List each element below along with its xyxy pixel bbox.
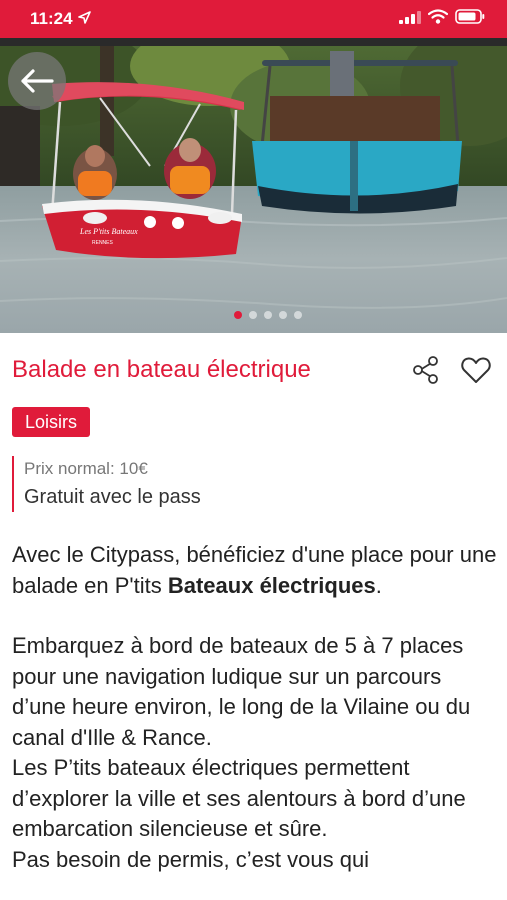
battery-icon	[455, 9, 485, 29]
status-left: 11:24	[30, 9, 91, 29]
price-normal: Prix normal: 10€	[24, 459, 148, 478]
description: Avec le Citypass, bénéficiez d'une place…	[12, 540, 497, 875]
carousel-dot[interactable]	[278, 311, 287, 319]
title-row: Balade en bateau électrique	[12, 352, 492, 388]
carousel-dot[interactable]	[293, 311, 302, 319]
hero-image-carousel[interactable]: Les P'tits Bateaux RENNES	[0, 46, 507, 333]
arrow-left-icon	[21, 69, 54, 93]
carousel-pagination[interactable]	[0, 311, 507, 319]
status-bar: 11:24	[0, 0, 507, 38]
title-actions	[410, 354, 492, 386]
category-badge: Loisirs	[12, 407, 91, 437]
activity-title: Balade en bateau électrique	[12, 356, 311, 383]
price-block: Prix normal: 10€ Gratuit avec le pass	[12, 456, 201, 512]
back-button[interactable]	[8, 52, 66, 110]
status-right	[399, 9, 485, 29]
description-paragraph-3: Les P’tits bateaux électriques permetten…	[12, 755, 466, 841]
boat-sign-1: Les P'tits Bateaux	[79, 227, 138, 236]
description-paragraph-2: Embarquez à bord de bateaux de 5 à 7 pla…	[12, 633, 471, 750]
description-p1-end: .	[375, 572, 382, 598]
carousel-dot[interactable]	[248, 311, 257, 319]
heart-icon	[461, 357, 491, 383]
signal-icon	[399, 10, 421, 29]
boat-sign-2: RENNES	[92, 240, 114, 246]
carousel-dot[interactable]	[263, 311, 272, 319]
description-paragraph-1: Avec le Citypass, bénéficiez d'une place…	[12, 540, 497, 601]
description-p1-bold: Bateaux électriques	[167, 572, 376, 598]
carousel-dot[interactable]	[233, 311, 242, 319]
share-button[interactable]	[410, 354, 442, 386]
hero-photo: Les P'tits Bateaux RENNES	[0, 46, 507, 333]
description-paragraph-4: Pas besoin de permis, c’est vous qui	[12, 846, 370, 872]
wifi-icon	[427, 9, 449, 29]
status-time: 11:24	[30, 9, 73, 28]
price-pass: Gratuit avec le pass	[24, 486, 201, 508]
favorite-button[interactable]	[460, 354, 492, 386]
location-arrow-icon	[77, 9, 91, 29]
share-icon	[413, 356, 438, 384]
header-divider	[0, 38, 507, 46]
